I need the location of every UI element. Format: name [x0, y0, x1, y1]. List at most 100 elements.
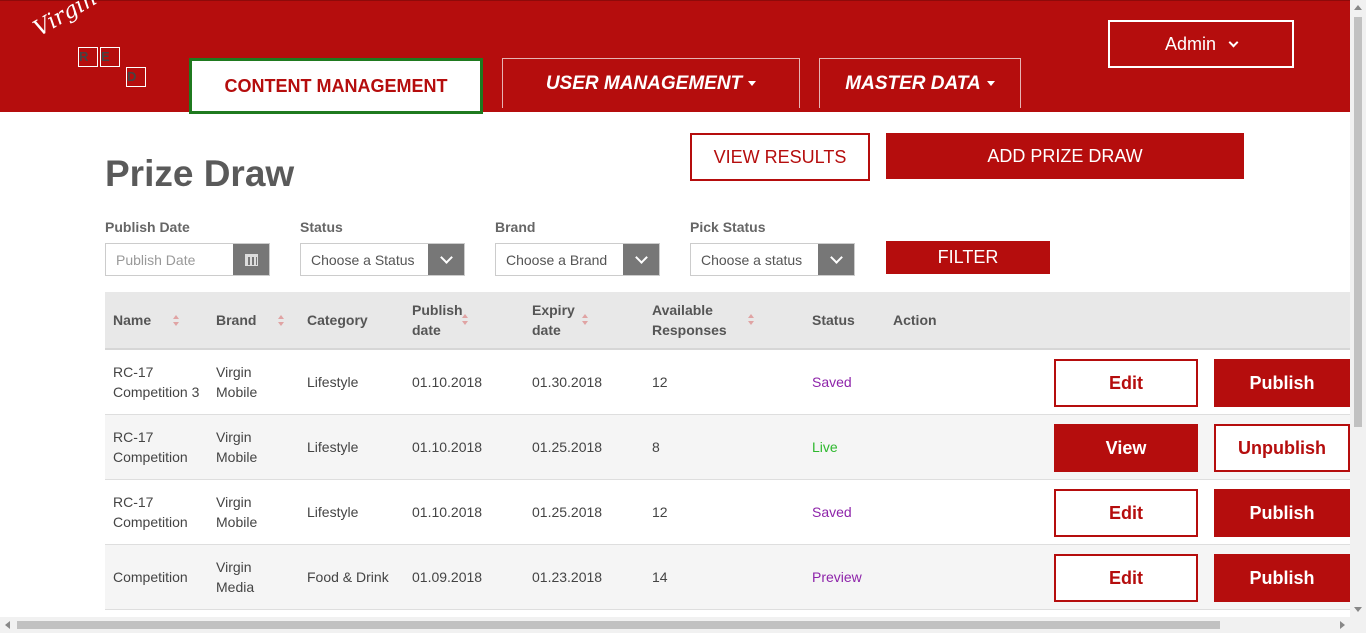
column-header-expiry-line1: Expiry	[532, 302, 575, 318]
pick-status-dropdown-toggle[interactable]	[818, 244, 854, 275]
status-select[interactable]: Choose a Status	[300, 243, 465, 276]
edit-button[interactable]: Edit	[1054, 554, 1198, 602]
cell-expiry-date: 01.25.2018	[532, 439, 603, 455]
admin-menu-button[interactable]: Admin	[1108, 20, 1294, 68]
sort-icon[interactable]	[173, 315, 180, 327]
cell-expiry-date: 01.23.2018	[532, 569, 603, 585]
vertical-scrollbar[interactable]	[1350, 0, 1366, 617]
publish-button[interactable]: Publish	[1214, 359, 1350, 407]
cell-available-responses: 8	[652, 439, 660, 455]
cell-brand: Virgin Mobile	[216, 480, 257, 544]
cell-publish-date: 01.10.2018	[412, 504, 483, 520]
status-dropdown-toggle[interactable]	[428, 244, 464, 275]
publish-button[interactable]: Publish	[1214, 489, 1350, 537]
logo-letter-d: D	[126, 67, 146, 87]
cell-name-line1: RC-17	[113, 364, 154, 380]
filter-button[interactable]: FILTER	[886, 241, 1050, 274]
table-row: Competition Virgin Media Food & Drink 01.…	[105, 545, 1350, 610]
cell-category: Food & Drink	[307, 569, 389, 585]
tab-user-management-label: USER MANAGEMENT	[545, 72, 743, 94]
column-header-name[interactable]: Name	[113, 310, 151, 330]
cell-brand: Virgin Mobile	[216, 415, 257, 479]
view-button[interactable]: View	[1054, 424, 1198, 472]
caret-down-icon	[986, 81, 995, 86]
cell-status: Live	[812, 439, 838, 455]
cell-brand-line2: Mobile	[216, 384, 258, 400]
status-select-value: Choose a Status	[311, 251, 415, 268]
cell-available-responses: 12	[652, 504, 668, 520]
column-header-available-line2: Responses	[652, 322, 727, 338]
page-title: Prize Draw	[105, 153, 295, 194]
pick-status-label: Pick Status	[690, 219, 766, 235]
cell-publish-date: 01.10.2018	[412, 374, 483, 390]
column-header-expiry-date[interactable]: Expiry date	[532, 300, 575, 340]
cell-name-line1: Competition	[113, 569, 188, 585]
cell-brand-line1: Virgin	[216, 429, 252, 445]
tab-content-management[interactable]: CONTENT MANAGEMENT	[189, 58, 483, 114]
cell-name: Competition	[113, 545, 188, 609]
cell-category: Lifestyle	[307, 374, 359, 390]
virgin-red-logo[interactable]: Virgin R E D	[30, 0, 150, 87]
scroll-up-icon[interactable]	[1354, 5, 1362, 10]
scroll-down-icon[interactable]	[1354, 607, 1362, 612]
app-viewport: Virgin R E D CONTENT MANAGEMENT USER MAN…	[0, 0, 1366, 633]
publish-button[interactable]: Publish	[1214, 554, 1350, 602]
brand-select-value: Choose a Brand	[506, 251, 608, 268]
cell-status: Saved	[812, 374, 852, 390]
tab-master-data[interactable]: MASTER DATA	[819, 58, 1021, 108]
cell-available-responses: 14	[652, 569, 668, 585]
caret-down-icon	[748, 81, 757, 86]
column-header-brand[interactable]: Brand	[216, 310, 256, 330]
horizontal-scrollbar-thumb[interactable]	[17, 621, 1220, 629]
scroll-left-icon[interactable]	[5, 621, 10, 629]
tab-master-data-label: MASTER DATA	[845, 72, 981, 94]
logo-script: Virgin	[29, 0, 102, 42]
brand-select[interactable]: Choose a Brand	[495, 243, 660, 276]
horizontal-scrollbar[interactable]	[0, 617, 1366, 633]
sort-icon[interactable]	[278, 315, 285, 327]
cell-name-line2: Competition	[113, 514, 188, 530]
cell-brand-line1: Virgin	[216, 494, 252, 510]
edit-button[interactable]: Edit	[1054, 489, 1198, 537]
add-prize-draw-button[interactable]: ADD PRIZE DRAW	[886, 133, 1244, 179]
calendar-button[interactable]	[233, 244, 269, 275]
view-results-button[interactable]: VIEW RESULTS	[690, 133, 870, 181]
top-navigation-bar: Virgin R E D CONTENT MANAGEMENT USER MAN…	[0, 0, 1350, 114]
column-header-publish-date[interactable]: Publish date	[412, 300, 463, 340]
cell-name: RC-17 Competition	[113, 415, 188, 479]
logo-letter-e: E	[100, 47, 120, 67]
chevron-down-icon	[439, 250, 453, 264]
unpublish-button[interactable]: Unpublish	[1214, 424, 1350, 472]
column-header-available-responses[interactable]: Available Responses	[652, 300, 727, 340]
table-row: RC-17 Competition Virgin Mobile Lifestyle …	[105, 480, 1350, 545]
cell-brand-line1: Virgin	[216, 364, 252, 380]
cell-name-line1: RC-17	[113, 494, 154, 510]
sort-icon[interactable]	[582, 314, 589, 326]
column-header-available-line1: Available	[652, 302, 713, 318]
column-header-publish-line1: Publish	[412, 302, 463, 318]
cell-brand: Virgin Mobile	[216, 350, 257, 414]
cell-publish-date: 01.10.2018	[412, 439, 483, 455]
chevron-down-icon	[634, 250, 648, 264]
sort-icon[interactable]	[748, 314, 755, 326]
cell-name-line1: RC-17	[113, 429, 154, 445]
cell-publish-date: 01.09.2018	[412, 569, 483, 585]
sort-icon[interactable]	[462, 314, 469, 326]
publish-date-input[interactable]: Publish Date	[105, 243, 270, 276]
status-label: Status	[300, 219, 343, 235]
scroll-right-icon[interactable]	[1340, 621, 1345, 629]
admin-label: Admin	[1164, 33, 1217, 54]
cell-status: Saved	[812, 504, 852, 520]
column-header-publish-line2: date	[412, 322, 441, 338]
vertical-scrollbar-thumb[interactable]	[1354, 17, 1362, 427]
cell-name: RC-17 Competition	[113, 480, 188, 544]
brand-dropdown-toggle[interactable]	[623, 244, 659, 275]
cell-brand-line2: Mobile	[216, 514, 258, 530]
tab-user-management[interactable]: USER MANAGEMENT	[502, 58, 800, 108]
edit-button[interactable]: Edit	[1054, 359, 1198, 407]
cell-available-responses: 12	[652, 374, 668, 390]
publish-date-placeholder: Publish Date	[116, 251, 196, 268]
cell-category: Lifestyle	[307, 504, 359, 520]
pick-status-select[interactable]: Choose a status	[690, 243, 855, 276]
column-header-action: Action	[893, 312, 937, 328]
